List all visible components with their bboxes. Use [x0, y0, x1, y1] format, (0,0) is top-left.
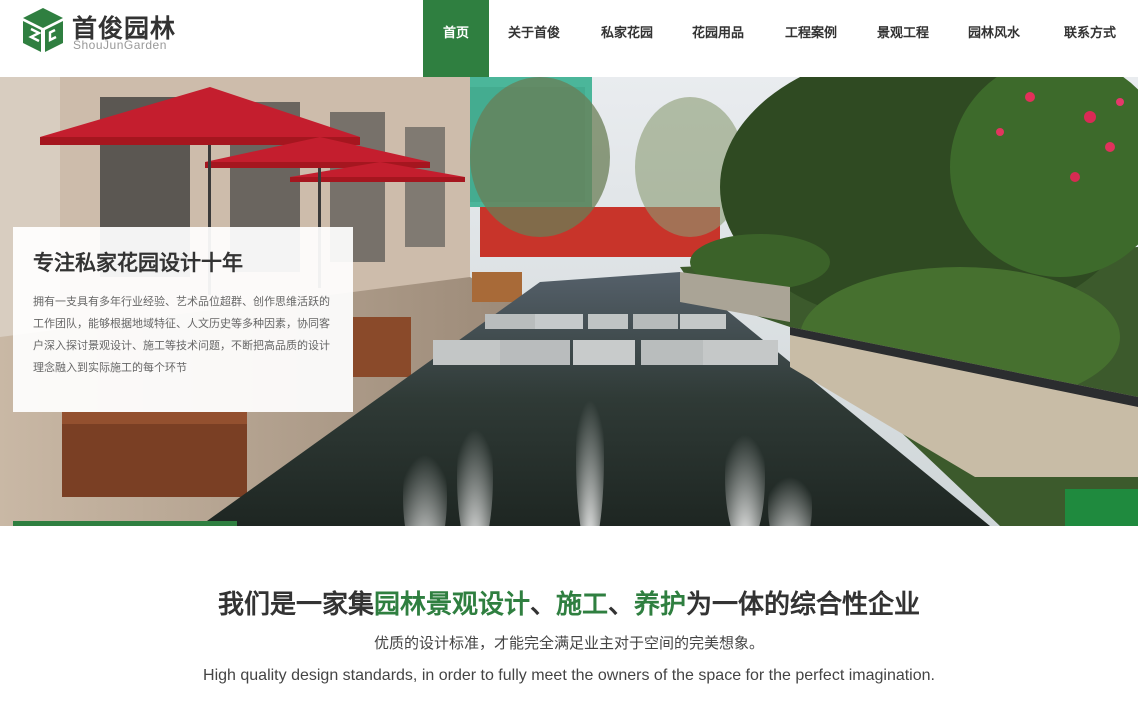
- intro-subtitle-cn: 优质的设计标准，才能完全满足业主对于空间的完美想象。: [373, 634, 764, 652]
- intro-heading-highlight-design: 园林景观设计: [373, 590, 530, 620]
- logo-cube-icon: [23, 8, 63, 52]
- nav-item-contact[interactable]: 联系方式: [1048, 0, 1132, 77]
- nav-item-garden-supplies[interactable]: 花园用品: [679, 0, 757, 77]
- intro-heading-part: 我们是一家集: [217, 590, 374, 620]
- nav-item-private-garden[interactable]: 私家花园: [588, 0, 666, 77]
- intro-heading-part: 为一体的综合性企业: [686, 590, 921, 620]
- intro-heading-part: 、: [529, 590, 556, 620]
- hero-title: 专注私家花园设计十年: [33, 251, 243, 275]
- nav-item-fengshui[interactable]: 园林风水: [955, 0, 1033, 77]
- intro-heading-part: 、: [608, 590, 635, 620]
- hero-description: 拥有一支具有多年行业经验、艺术品位超群、创作思维活跃的工作团队，能够根据地域特征…: [33, 295, 330, 374]
- main-nav: 首页 关于首俊 私家花园 花园用品 工程案例 景观工程 园林风水 联系方式: [423, 0, 1138, 77]
- hero-text-card: 专注私家花园设计十年 拥有一支具有多年行业经验、艺术品位超群、创作思维活跃的工作…: [13, 227, 353, 412]
- hero-banner: 专注私家花园设计十年 拥有一支具有多年行业经验、艺术品位超群、创作思维活跃的工作…: [0, 77, 1138, 526]
- intro-heading-highlight-construction: 施工: [555, 590, 608, 620]
- nav-item-home[interactable]: 首页: [423, 0, 489, 77]
- site-header: 首俊园林 ShouJunGarden 首页 关于首俊 私家花园 花园用品 工程案…: [0, 0, 1138, 77]
- nav-item-about[interactable]: 关于首俊: [495, 0, 573, 77]
- intro-subtitle-en: High quality design standards, in order …: [203, 667, 935, 684]
- logo-link[interactable]: 首俊园林 ShouJunGarden: [20, 6, 190, 56]
- intro-heading-highlight-maintenance: 养护: [634, 590, 687, 620]
- intro-heading: 我们是一家集园林景观设计、施工、养护为一体的综合性企业: [0, 584, 1138, 621]
- logo-name-en: ShouJunGarden: [73, 38, 167, 52]
- nav-item-landscape[interactable]: 景观工程: [864, 0, 942, 77]
- intro-section: 我们是一家集园林景观设计、施工、养护为一体的综合性企业 优质的设计标准，才能完全…: [0, 526, 1138, 717]
- nav-item-projects[interactable]: 工程案例: [772, 0, 850, 77]
